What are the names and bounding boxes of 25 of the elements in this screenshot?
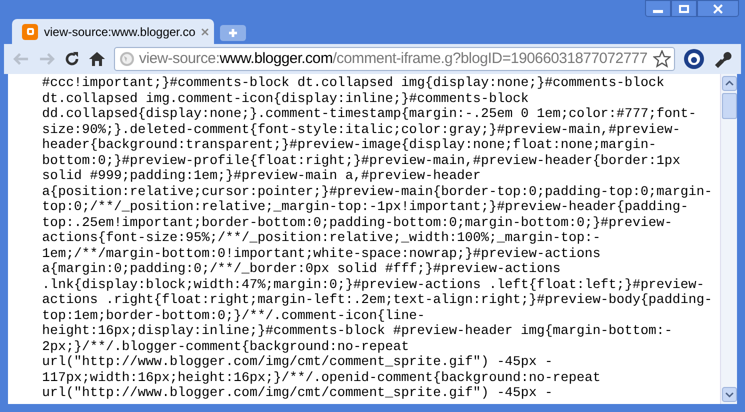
source-code-line: bottom:0;}#preview-profile{float:right;}#preview-main,#preview-header{border:1px [42,152,680,168]
source-code-line: a{position:relative;cursor:pointer;}#preview-main{border-top:0;padding-top:0;margin- [42,184,712,199]
source-code-line: height:16px;display:inline;}#comments-block #preview-header img{margin-bottom:- [42,323,672,338]
source-code-line: top:0;/**/_position:relative;_margin-top:-1px!important;}#preview-header{padding- [42,199,688,214]
source-code-line: actions{font-size:95%;/**/_position:relative;_width:100%;_margin-top:- [42,230,601,246]
source-code-line: 1em;/**/margin-bottom:0!important;white-space:nowrap;}#preview-actions [42,246,601,261]
source-code-line: solid #999;padding:1em;}#preview-main a,#preview-header [42,168,481,184]
source-code-line: url("http://www.blogger.com/img/cmt/comment_sprite.gif") -45px - [42,385,553,400]
source-code-line: size:90%;}.deleted-comment{font-style:italic;color:gray;}#preview-main,#preview- [42,122,680,137]
source-code-line: #ccc!important;}#comments-block dt.collapsed img{display:none;}#comments-block [42,75,664,90]
tab-title: view-source:www.blogger.co [44,24,196,40]
source-code-line: top:.25em!important;border-bottom:0;padding-bottom:0;margin-bottom:0;}#preview- [42,214,672,230]
source-code-line: 117px;width:16px;height:16px;}/**/.openid-comment{background:no-repeat [42,370,601,385]
url-text: view-source:www.blogger.com/comment-iframe.g?blogID=19066031877072777 [139,48,648,69]
source-code-line: .lnk{display:block;width:47%;margin:0;}#preview-actions .left{float:left;}#preview- [42,276,704,292]
source-code-line: dt.collapsed img.comment-icon{display:inline;}#comments-block [42,90,529,106]
source-code-line: a{margin:0;padding:0;/**/_border:0px solid #fff;}#preview-actions [42,261,561,276]
source-code-line: header{background:transparent;}#preview-image{display:none;float:none;margin- [42,137,656,152]
source-code-line: top:1em;border-bottom:0;}/**/.comment-icon{line- [42,308,426,323]
source-code-line: actions .right{float:right;margin-left:.2em;text-align:right;}#preview-body{padding- [42,292,712,308]
address-bar[interactable]: view-source:www.blogger.com/comment-iframe.g?blogID=19066031877072777 [114,47,675,71]
source-code-line: url("http://www.blogger.com/img/cmt/comment_sprite.gif") -45px - [42,354,553,370]
browser-tab[interactable]: view-source:www.blogger.co [12,19,214,44]
source-code-line: 2px;}/**/.blogger-comment{background:no-repeat [42,338,410,354]
source-code-line: dd.collapsed{display:none;}.comment-timestamp{margin:-.25em 0 1em;color:#777;font- [42,106,696,122]
